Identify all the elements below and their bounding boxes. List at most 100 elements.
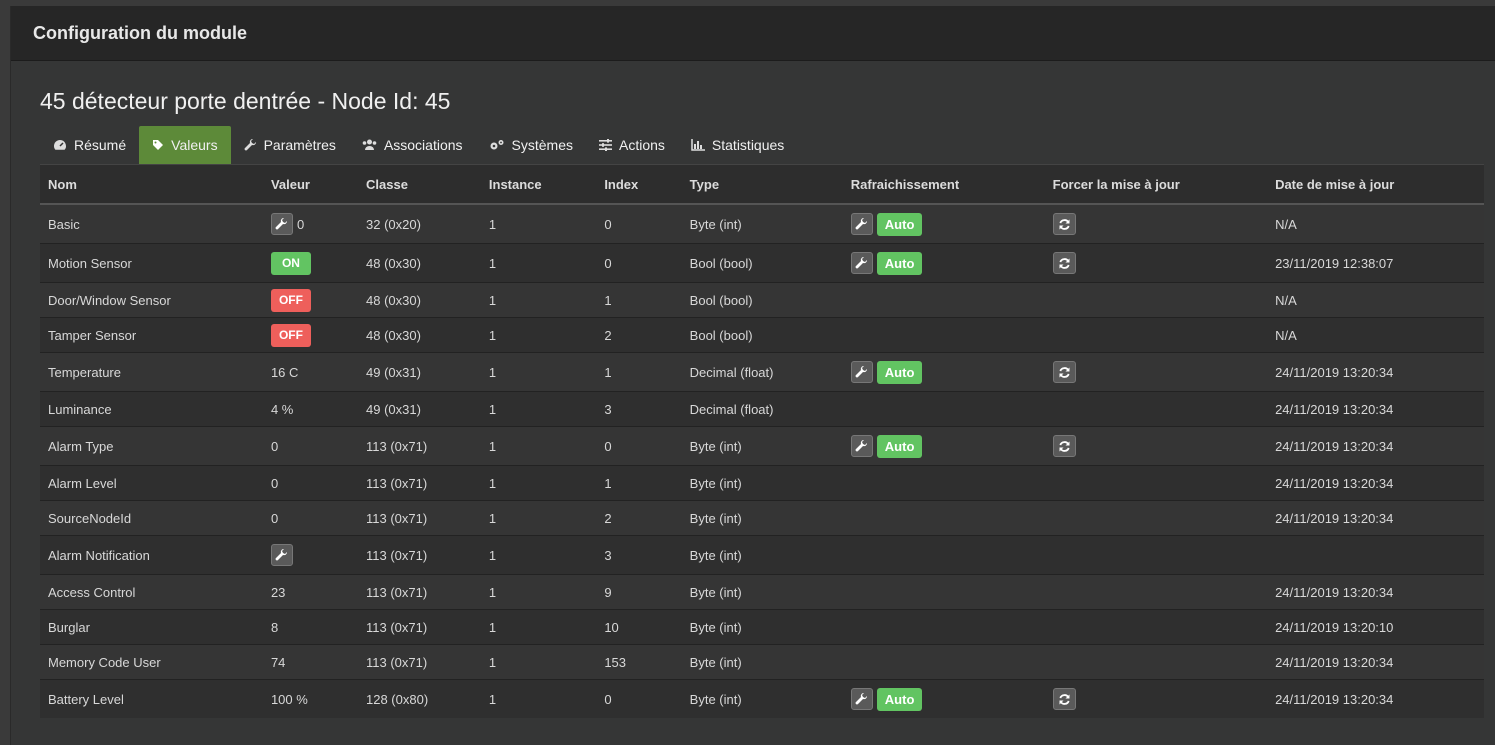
cell-force-update	[1044, 426, 1268, 466]
table-row: Alarm Level 0 113 (0x71) 1 1 Byte (int) 24/11/…	[40, 465, 1484, 501]
refresh-settings-button[interactable]	[850, 361, 873, 383]
on-toggle[interactable]: ON	[270, 251, 311, 275]
cell-refresh	[842, 391, 1045, 427]
wrench-icon	[855, 256, 868, 270]
cell-force-update	[1044, 391, 1268, 427]
cell-instance: 1	[480, 609, 597, 645]
wrench-icon	[855, 692, 868, 706]
cell-value: 0	[262, 500, 358, 536]
tab-resume[interactable]: Résumé	[40, 126, 139, 164]
table-row: Alarm Notification 113 (0x71) 1 3 Byte (int)	[40, 535, 1484, 575]
cell-date	[1267, 535, 1484, 575]
cell-index: 3	[596, 391, 682, 427]
auto-button[interactable]: Auto	[876, 687, 923, 711]
cell-classe: 32 (0x20)	[358, 203, 481, 244]
auto-button[interactable]: Auto	[876, 212, 923, 236]
off-toggle[interactable]: OFF	[270, 288, 311, 312]
column-header[interactable]: Classe	[358, 165, 481, 205]
cell-date: 24/11/2019 13:20:34	[1267, 679, 1484, 718]
cell-date: 24/11/2019 13:20:34	[1267, 465, 1484, 501]
cell-index: 1	[596, 465, 682, 501]
cell-name: Battery Level	[40, 679, 263, 718]
values-table: Nom Valeur Classe Instance Index Type Rafraich…	[40, 164, 1484, 718]
tab-parametres[interactable]: Paramètres	[231, 126, 349, 164]
cell-value: 4 %	[262, 391, 358, 427]
wrench-icon	[244, 138, 261, 152]
column-header[interactable]: Valeur	[262, 165, 358, 205]
cogs-icon	[489, 139, 509, 151]
cell-refresh	[842, 282, 1045, 318]
refresh-settings-button[interactable]	[850, 213, 873, 235]
auto-button[interactable]: Auto	[876, 360, 923, 384]
column-header[interactable]: Forcer la mise à jour	[1044, 165, 1268, 205]
cell-force-update	[1044, 644, 1268, 680]
cell-force-update	[1044, 282, 1268, 318]
cell-value: OFF	[262, 317, 358, 353]
wrench-icon	[275, 548, 288, 562]
cell-instance: 1	[480, 465, 597, 501]
cell-force-update	[1044, 317, 1268, 353]
refresh-button[interactable]	[1052, 361, 1076, 383]
cell-classe: 113 (0x71)	[358, 535, 481, 575]
refresh-settings-button[interactable]	[850, 252, 873, 274]
cell-value: 0	[262, 426, 358, 466]
tab-label: Systèmes	[511, 137, 573, 153]
cell-refresh: Auto	[842, 352, 1045, 392]
column-header[interactable]: Nom	[40, 165, 263, 205]
cell-date: 24/11/2019 13:20:34	[1267, 500, 1484, 536]
cell-name: Luminance	[40, 391, 263, 427]
cell-type: Byte (int)	[681, 574, 843, 610]
cell-name: Alarm Level	[40, 465, 263, 501]
column-header[interactable]: Rafraichissement	[842, 165, 1045, 205]
cell-name: Access Control	[40, 574, 263, 610]
tab-bar: Résumé Valeurs Paramètres Associations Systè…	[40, 126, 797, 164]
cell-type: Decimal (float)	[681, 391, 843, 427]
cell-name: Alarm Notification	[40, 535, 263, 575]
cell-instance: 1	[480, 391, 597, 427]
auto-button[interactable]: Auto	[876, 251, 923, 275]
cell-date: N/A	[1267, 282, 1484, 318]
cell-type: Byte (int)	[681, 644, 843, 680]
auto-button[interactable]: Auto	[876, 434, 923, 458]
refresh-icon	[1058, 257, 1071, 270]
refresh-button[interactable]	[1052, 435, 1076, 457]
wrench-icon	[275, 217, 288, 231]
cell-instance: 1	[480, 574, 597, 610]
tag-icon	[152, 139, 168, 151]
tab-systemes[interactable]: Systèmes	[476, 126, 586, 164]
tab-actions[interactable]: Actions	[586, 126, 678, 164]
edit-value-button[interactable]	[270, 213, 293, 235]
tab-statistiques[interactable]: Statistiques	[678, 126, 797, 164]
tab-valeurs[interactable]: Valeurs	[139, 126, 231, 164]
refresh-button[interactable]	[1052, 213, 1076, 235]
cell-instance: 1	[480, 535, 597, 575]
cell-value: ON	[262, 243, 358, 283]
bar-chart-icon	[691, 139, 709, 151]
cell-type: Byte (int)	[681, 500, 843, 536]
cell-force-update	[1044, 352, 1268, 392]
refresh-settings-button[interactable]	[850, 688, 873, 710]
refresh-button[interactable]	[1052, 252, 1076, 274]
cell-value: 74	[262, 644, 358, 680]
table-row: Motion Sensor ON 48 (0x30) 1 0 Bool (bool) Aut…	[40, 243, 1484, 283]
cell-classe: 113 (0x71)	[358, 426, 481, 466]
refresh-icon	[1058, 218, 1071, 231]
cell-value: 0	[262, 465, 358, 501]
column-header[interactable]: Index	[596, 165, 682, 205]
column-header[interactable]: Type	[681, 165, 843, 205]
column-header[interactable]: Instance	[480, 165, 597, 205]
refresh-settings-button[interactable]	[850, 435, 873, 457]
refresh-button[interactable]	[1052, 688, 1076, 710]
off-toggle[interactable]: OFF	[270, 323, 311, 347]
column-header[interactable]: Date de mise à jour	[1267, 165, 1484, 205]
cell-date: 24/11/2019 13:20:34	[1267, 391, 1484, 427]
cell-instance: 1	[480, 679, 597, 718]
module-config-modal: Configuration du module 45 détecteur por…	[10, 6, 1495, 745]
tab-associations[interactable]: Associations	[349, 126, 476, 164]
cell-type: Byte (int)	[681, 679, 843, 718]
edit-value-button[interactable]	[270, 544, 293, 566]
cell-name: SourceNodeId	[40, 500, 263, 536]
table-row: SourceNodeId 0 113 (0x71) 1 2 Byte (int) 24/11…	[40, 500, 1484, 536]
cell-type: Byte (int)	[681, 203, 843, 244]
cell-refresh	[842, 500, 1045, 536]
